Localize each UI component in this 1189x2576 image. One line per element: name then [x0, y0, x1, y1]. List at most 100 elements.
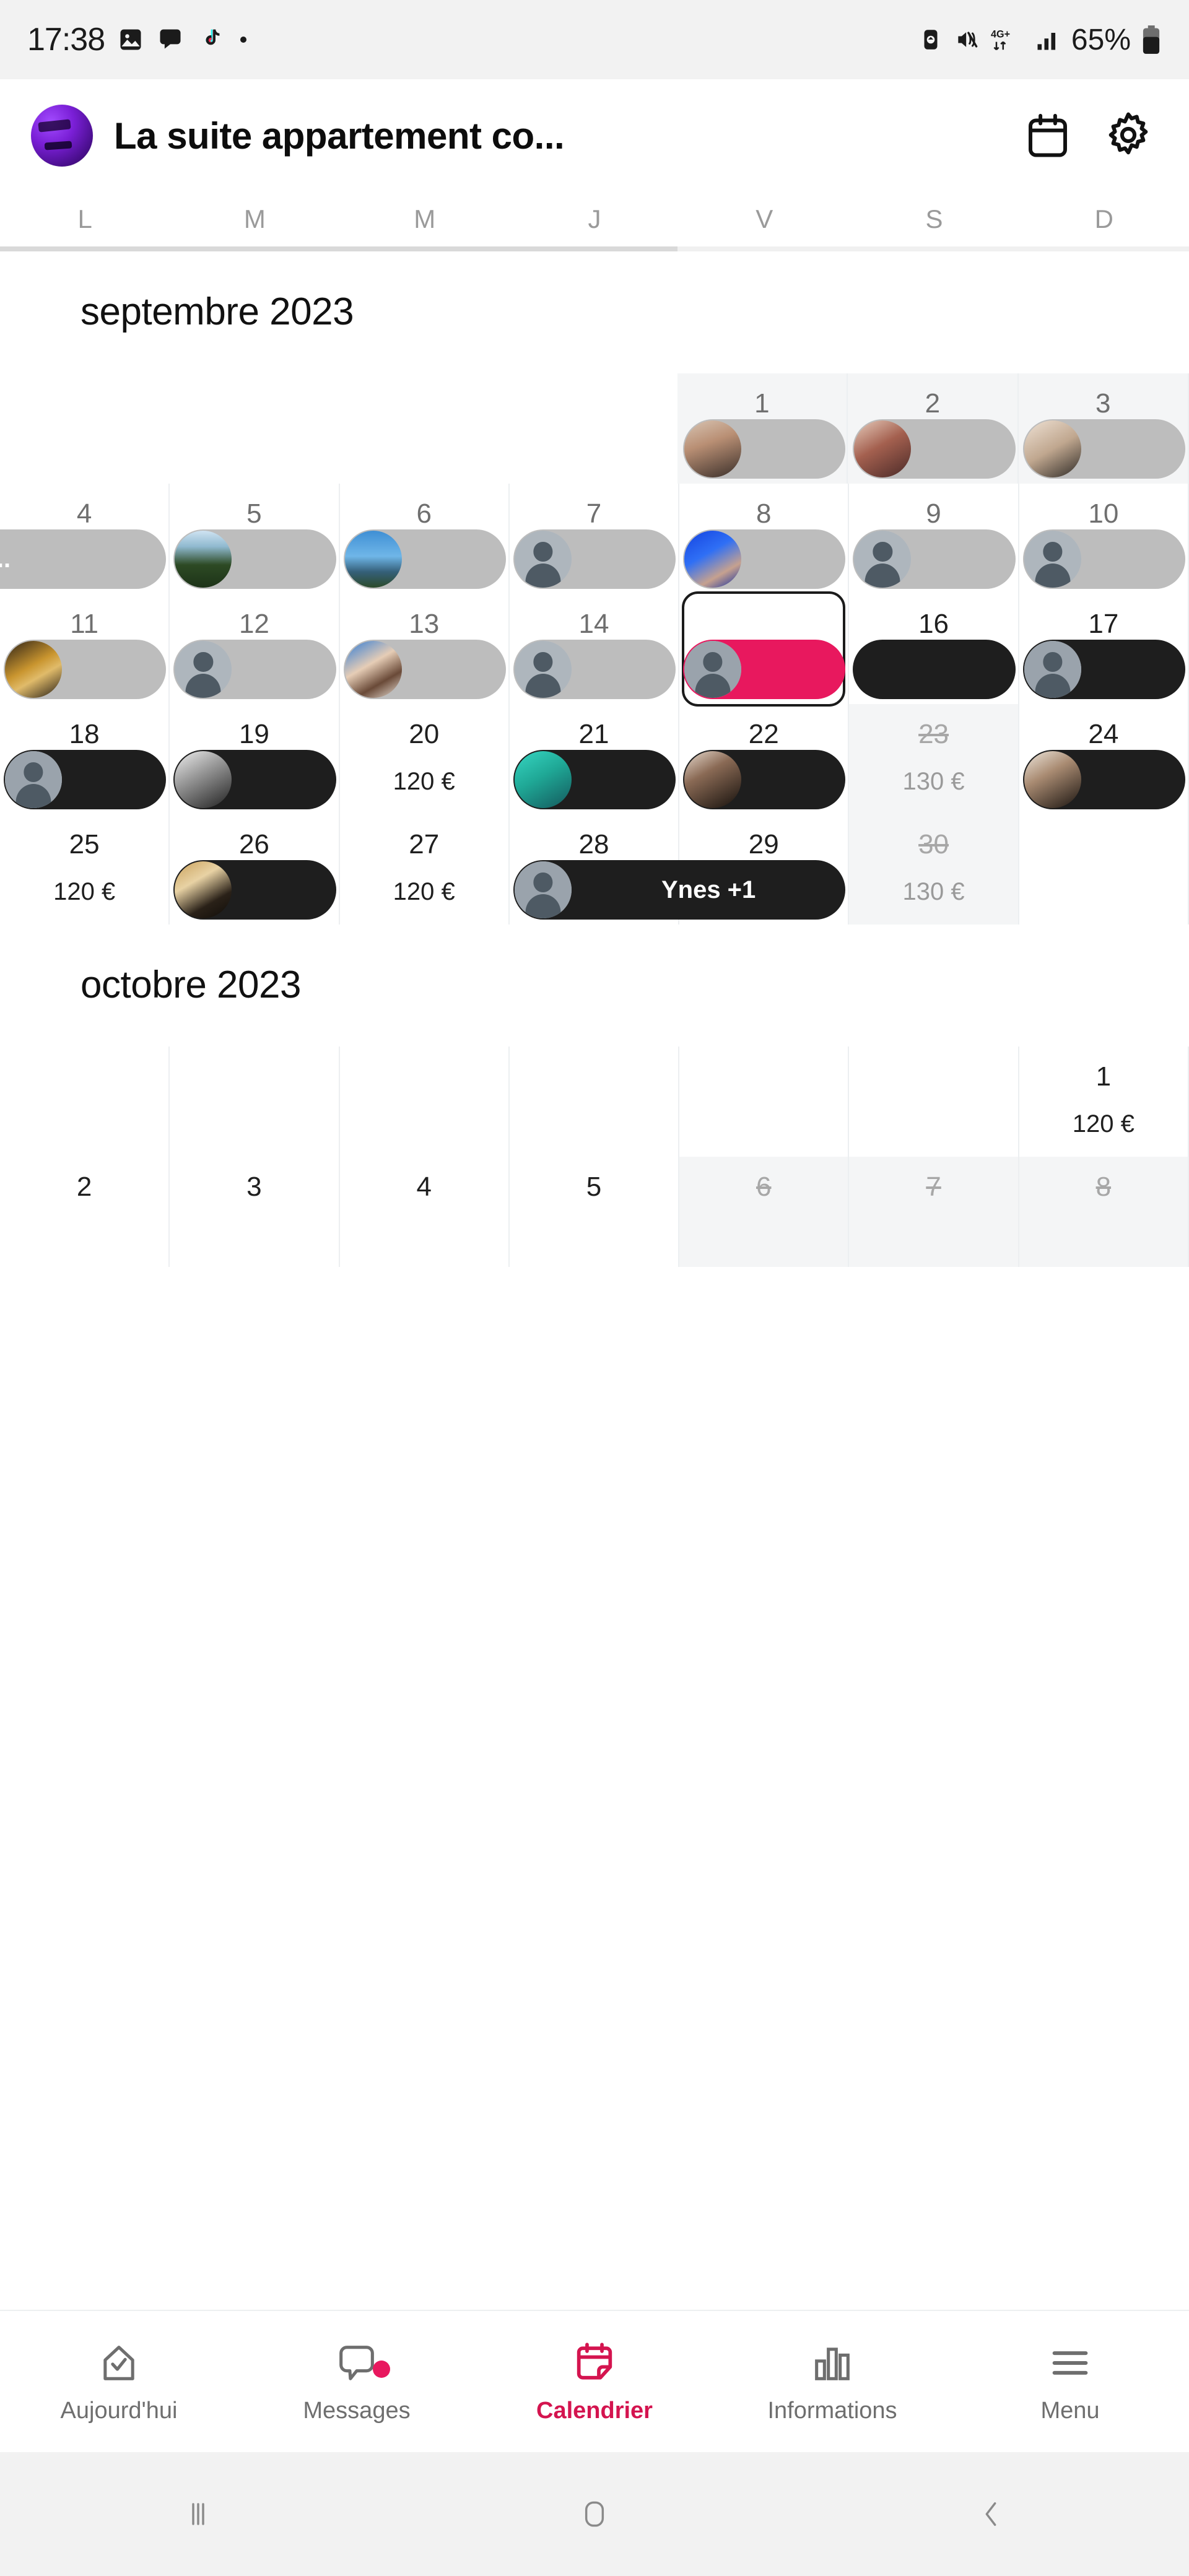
calendar-note-icon: [571, 2339, 618, 2387]
booking-event-pill[interactable]: [853, 640, 1016, 699]
day-price: 120 €: [393, 768, 455, 795]
day-number: 29: [748, 829, 779, 859]
day-price: 120 €: [393, 878, 455, 905]
event-avatar: [5, 751, 62, 808]
guest-photo: [854, 420, 912, 477]
calendar-scroll-area[interactable]: septembre 202312345678910Matahi ...11121…: [0, 251, 1189, 2310]
booking-event-pill[interactable]: [683, 419, 846, 479]
booking-event-pill[interactable]: [1022, 529, 1185, 589]
person-placeholder-icon: [514, 861, 572, 918]
booking-event-pill[interactable]: [513, 529, 676, 589]
event-avatar: [175, 861, 232, 918]
day-number: 12: [238, 609, 269, 639]
recents-icon: [178, 2494, 218, 2534]
month-title: octobre 2023: [81, 964, 301, 1006]
day-number: 2: [76, 1172, 92, 1202]
nav-item-messages[interactable]: Messages: [238, 2339, 476, 2424]
event-avatar: [344, 531, 402, 588]
calendar-day-cell[interactable]: 4: [339, 1157, 510, 1267]
back-button[interactable]: [793, 2494, 1189, 2534]
calendar-day-cell[interactable]: 1 120 €: [1019, 1046, 1189, 1157]
calendar-day-cell[interactable]: 6: [679, 1157, 850, 1267]
booking-event-pill[interactable]: [343, 529, 506, 589]
booking-event-pill[interactable]: [853, 529, 1016, 589]
booking-event-pill[interactable]: [513, 750, 676, 809]
day-number: 14: [578, 609, 609, 639]
scroll-indicator[interactable]: [0, 246, 1189, 251]
booking-event-pill[interactable]: [173, 529, 336, 589]
page-title: La suite appartement co...: [114, 115, 565, 157]
day-number: 18: [69, 719, 100, 749]
nav-item-informations[interactable]: Informations: [713, 2339, 951, 2424]
calendar-day-cell[interactable]: 5: [509, 1157, 680, 1267]
booking-event-pill[interactable]: Matahi ...: [0, 529, 167, 589]
nav-item-aujourd-hui[interactable]: Aujourd'hui: [0, 2339, 238, 2424]
day-number: 17: [1088, 609, 1119, 639]
month-title: septembre 2023: [81, 290, 354, 333]
calendar-day-cell[interactable]: 20 120 €: [339, 704, 510, 814]
calendar-day-cell[interactable]: 3: [170, 1157, 340, 1267]
booking-event-pill[interactable]: [683, 640, 846, 699]
guest-photo: [344, 641, 402, 698]
weekday-mercredi: M: [414, 204, 436, 233]
booking-event-pill[interactable]: [1022, 750, 1185, 809]
booking-event-pill[interactable]: Ynes +1: [513, 860, 846, 920]
booking-event-pill[interactable]: [683, 529, 846, 589]
event-avatar: [1024, 531, 1081, 588]
calendar-day-cell[interactable]: 23 130 €: [849, 704, 1019, 814]
scroll-thumb[interactable]: [0, 246, 678, 251]
booking-event-pill[interactable]: [683, 750, 846, 809]
tiktok-icon: [196, 26, 224, 53]
booking-event-pill[interactable]: [4, 640, 167, 699]
calendar-day-cell[interactable]: 7: [849, 1157, 1019, 1267]
calendar-day-cell[interactable]: 27 120 €: [339, 814, 510, 925]
booking-event-pill[interactable]: [173, 750, 336, 809]
home-icon: [575, 2494, 614, 2534]
weekday-vendredi: V: [756, 204, 773, 233]
guest-photo: [175, 531, 232, 588]
nav-item-calendrier[interactable]: Calendrier: [476, 2339, 713, 2424]
recents-button[interactable]: [0, 2494, 396, 2534]
day-number: 23: [918, 719, 949, 749]
day-price: 130 €: [902, 878, 965, 905]
calendar-day-cell[interactable]: 8: [1019, 1157, 1189, 1267]
booking-event-pill[interactable]: [343, 640, 506, 699]
calendar-cell-empty: [0, 1046, 170, 1157]
event-avatar: [684, 420, 742, 477]
calendar-cell-empty: [338, 373, 508, 484]
booking-event-pill[interactable]: [1022, 419, 1185, 479]
phone-screen: 17:38 4G+ 65% La suite appartement co...…: [0, 0, 1189, 2576]
day-number: 20: [409, 719, 440, 749]
calendar-button[interactable]: [1018, 106, 1078, 165]
booking-event-pill[interactable]: [173, 640, 336, 699]
settings-button[interactable]: [1099, 106, 1158, 165]
booking-event-pill[interactable]: [173, 860, 336, 920]
guest-photo: [5, 641, 62, 698]
booking-event-pill[interactable]: [513, 640, 676, 699]
property-avatar[interactable]: [31, 105, 93, 167]
booking-event-pill[interactable]: [853, 419, 1016, 479]
event-avatar: [5, 641, 62, 698]
home-button[interactable]: [396, 2494, 793, 2534]
booking-event-pill[interactable]: [4, 750, 167, 809]
chat-bubble-icon: [333, 2339, 380, 2387]
nav-item-label: Messages: [303, 2397, 411, 2424]
calendar-cell-empty: [679, 1046, 850, 1157]
guest-photo: [175, 861, 232, 918]
event-avatar: [514, 751, 572, 808]
day-number: 13: [409, 609, 440, 639]
day-number: 2: [925, 388, 941, 419]
calendar-day-cell[interactable]: 25 120 €: [0, 814, 170, 925]
day-number: 21: [578, 719, 609, 749]
person-placeholder-icon: [854, 531, 912, 588]
calendar-day-cell[interactable]: 2: [0, 1157, 170, 1267]
gear-icon: [1102, 109, 1155, 162]
svg-text:4G+: 4G+: [991, 28, 1010, 40]
calendar-cell-empty: [509, 1046, 680, 1157]
day-number: 6: [416, 498, 432, 529]
calendar-day-cell[interactable]: 30 130 €: [849, 814, 1019, 925]
event-avatar: [344, 641, 402, 698]
nav-item-menu[interactable]: Menu: [951, 2339, 1189, 2424]
day-number: 4: [416, 1172, 432, 1202]
booking-event-pill[interactable]: [1022, 640, 1185, 699]
